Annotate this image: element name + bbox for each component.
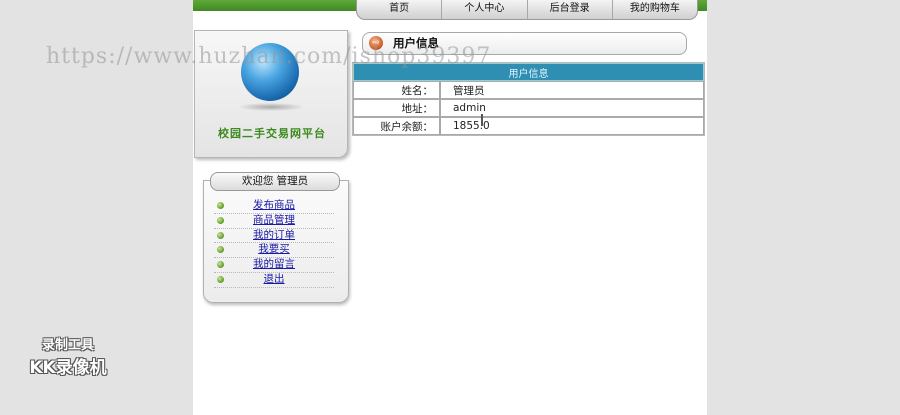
watermark-url: https://www.huzhan.com/ishop39397	[46, 44, 492, 69]
sidebar-item-messages: 我的留言	[214, 258, 334, 273]
nav-admin-login[interactable]: 后台登录	[528, 0, 613, 19]
top-nav: 首页 个人中心 后台登录 我的购物车	[356, 0, 698, 20]
recorder-line1: 录制工具	[41, 338, 94, 353]
sidebar-item-publish: 发布商品	[214, 199, 334, 214]
sidebar-link-messages[interactable]: 我的留言	[214, 258, 334, 271]
globe-shadow	[239, 103, 303, 111]
table-row: 账户余额： 1855.0	[353, 117, 704, 135]
name-label: 姓名：	[353, 81, 440, 99]
sidebar-item-logout: 退出	[214, 273, 334, 288]
address-label: 地址：	[353, 99, 440, 117]
table-row: 姓名： 管理员	[353, 81, 704, 99]
sidebar-item-orders: 我的订单	[214, 229, 334, 244]
recorder-line2: KK录像机	[29, 358, 107, 378]
sidebar-link-publish[interactable]: 发布商品	[214, 199, 334, 212]
sidebar-item-buy: 我要买	[214, 243, 334, 259]
balance-value: 1855.0	[440, 117, 704, 135]
user-info-table: 用户信息 姓名： 管理员 地址： admin 账户余额： 1855.0	[352, 62, 705, 136]
nav-user-center[interactable]: 个人中心	[442, 0, 528, 19]
sidebar-link-orders[interactable]: 我的订单	[214, 229, 334, 242]
table-row: 地址： admin	[353, 99, 704, 117]
nav-home[interactable]: 首页	[357, 0, 443, 19]
sidebar-item-manage: 商品管理	[214, 214, 334, 229]
sidebar-link-logout[interactable]: 退出	[214, 273, 334, 286]
name-value: 管理员	[440, 81, 704, 99]
sidebar-link-buy[interactable]: 我要买	[214, 243, 334, 256]
address-value: admin	[440, 99, 704, 117]
recorder-watermark: 录制工具 KK录像机	[22, 334, 114, 378]
sidebar-link-manage[interactable]: 商品管理	[214, 214, 334, 227]
sidebar-menu: 发布商品 商品管理 我的订单 我要买 我的留言 退出	[214, 199, 334, 288]
logo-text: 校园二手交易网平台	[218, 127, 326, 140]
balance-label: 账户余额：	[353, 117, 440, 135]
text-cursor-icon	[481, 114, 483, 126]
nav-shopping-cart[interactable]: 我的购物车	[613, 0, 697, 19]
welcome-label: 欢迎您 管理员	[210, 172, 340, 191]
